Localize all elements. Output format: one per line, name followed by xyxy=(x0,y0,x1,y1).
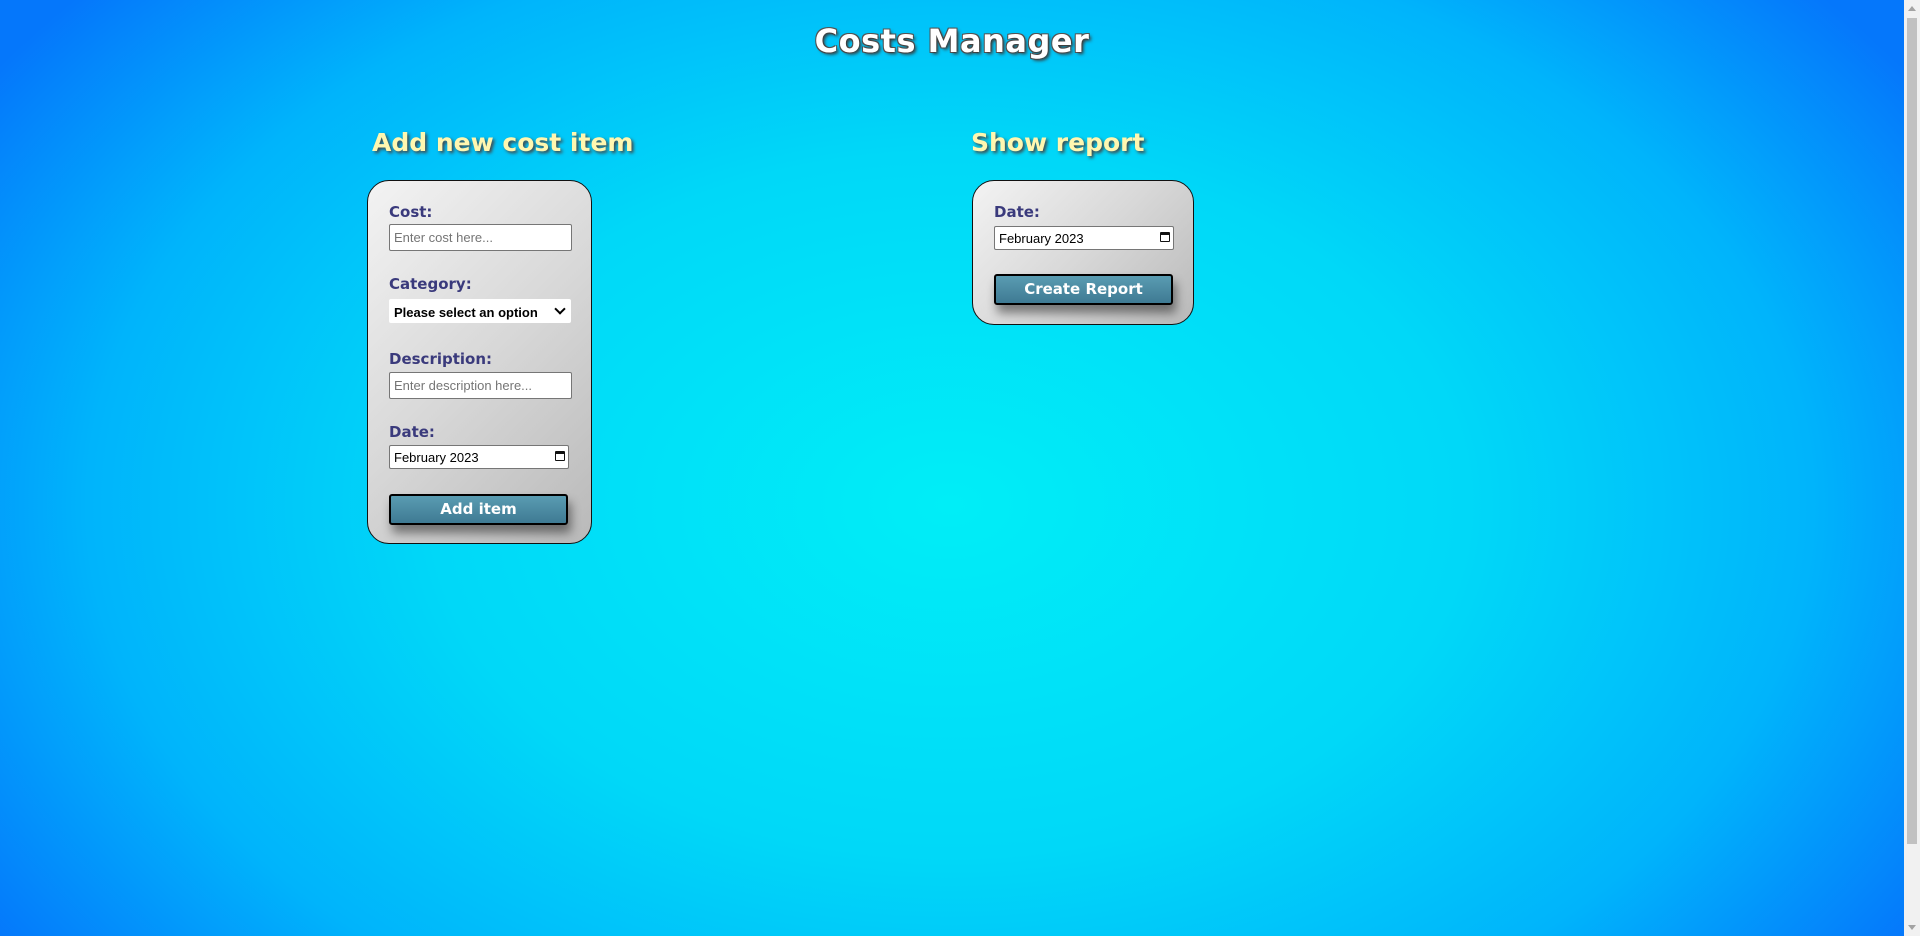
description-label: Description: xyxy=(389,350,493,368)
description-input[interactable]: Enter description here... xyxy=(389,372,572,399)
page-title: Costs Manager xyxy=(814,22,1090,60)
add-item-heading: Add new cost item xyxy=(372,128,634,157)
chevron-down-icon xyxy=(554,303,566,315)
date-label: Date: xyxy=(389,423,435,441)
add-item-panel: Cost: Enter cost here... Category: Pleas… xyxy=(367,180,592,544)
category-select[interactable]: Please select an option xyxy=(389,299,571,323)
report-date-value: February 2023 xyxy=(999,231,1084,246)
report-panel: Date: February 2023 Create Report xyxy=(972,180,1194,325)
report-date-input[interactable]: February 2023 xyxy=(994,226,1174,250)
cost-input[interactable]: Enter cost here... xyxy=(389,224,572,251)
date-input[interactable]: February 2023 xyxy=(389,445,569,469)
category-selected-value: Please select an option xyxy=(394,305,538,320)
add-item-button[interactable]: Add item xyxy=(389,494,568,525)
scrollbar-thumb[interactable] xyxy=(1907,18,1917,844)
show-report-heading: Show report xyxy=(971,128,1145,157)
calendar-icon[interactable] xyxy=(1160,232,1170,242)
scroll-up-arrow-icon[interactable] xyxy=(1908,6,1916,11)
calendar-icon[interactable] xyxy=(555,451,565,461)
create-report-button[interactable]: Create Report xyxy=(994,274,1173,305)
cost-label: Cost: xyxy=(389,203,433,221)
vertical-scrollbar[interactable] xyxy=(1904,0,1920,936)
scroll-down-arrow-icon[interactable] xyxy=(1908,925,1916,930)
category-label: Category: xyxy=(389,275,472,293)
report-date-label: Date: xyxy=(994,203,1040,221)
date-value: February 2023 xyxy=(394,450,479,465)
